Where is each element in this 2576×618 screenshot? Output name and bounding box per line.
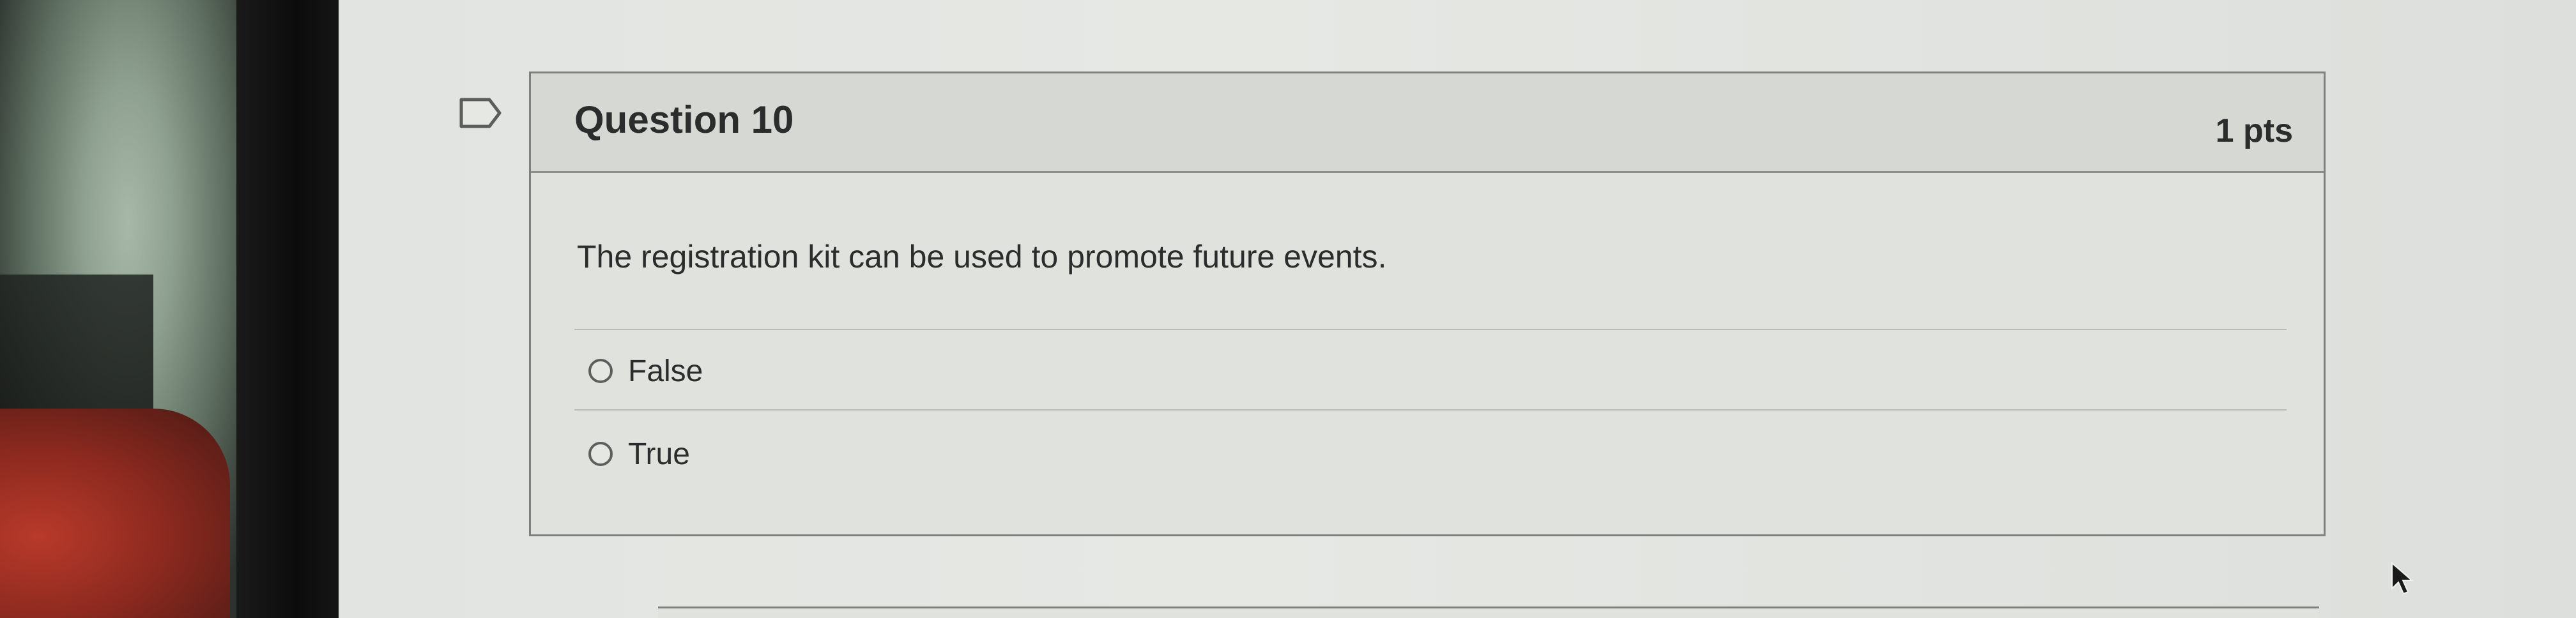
answer-option-false[interactable]: False bbox=[588, 352, 703, 390]
answer-label: False bbox=[628, 354, 703, 388]
answer-label: True bbox=[628, 437, 690, 471]
background-photo bbox=[0, 0, 236, 618]
answer-divider bbox=[574, 409, 2287, 411]
question-points: 1 pts bbox=[2215, 112, 2293, 149]
monitor-bezel bbox=[236, 0, 339, 618]
answer-divider bbox=[574, 329, 2287, 330]
background-red-object bbox=[0, 409, 230, 618]
radio-unselected-icon[interactable] bbox=[588, 359, 613, 383]
mouse-pointer-icon bbox=[2391, 561, 2414, 595]
bookmark-flag-icon[interactable] bbox=[459, 97, 503, 129]
radio-unselected-icon[interactable] bbox=[588, 442, 613, 466]
question-card: Question 10 1 pts The registration kit c… bbox=[529, 72, 2326, 536]
question-header: Question 10 1 pts bbox=[531, 73, 2324, 173]
next-question-card bbox=[658, 607, 2319, 618]
answer-option-true[interactable]: True bbox=[588, 435, 690, 473]
question-title: Question 10 bbox=[574, 98, 794, 141]
question-text: The registration kit can be used to prom… bbox=[577, 239, 1387, 275]
